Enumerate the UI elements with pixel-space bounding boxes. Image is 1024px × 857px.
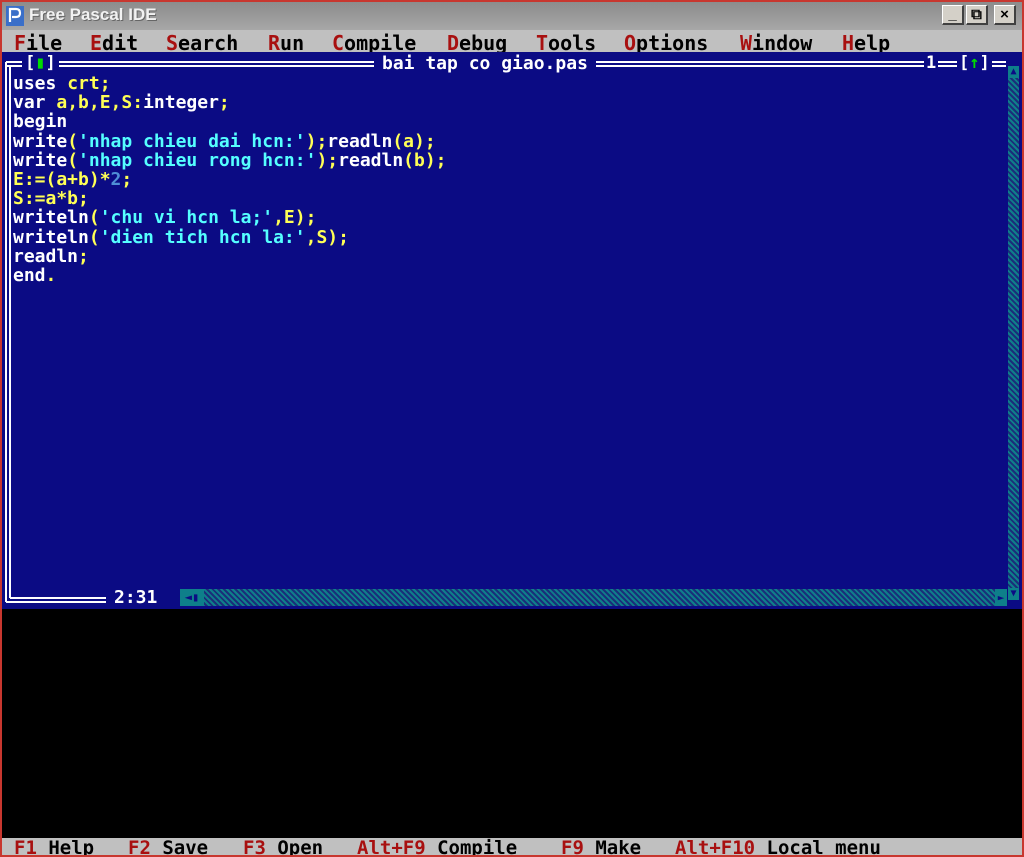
editor-file-title: bai tap co giao.pas: [374, 55, 596, 73]
code-token: 'nhap chieu rong hcn:': [78, 149, 317, 171]
status-bar: F1 Help F2 Save F3 Open Alt+F9 Compile F…: [2, 838, 1022, 855]
code-token: 2: [110, 168, 122, 190]
code-token: 'nhap chieu dai hcn:': [78, 130, 306, 152]
status-compile[interactable]: Alt+F9 Compile: [357, 838, 517, 855]
scroll-right-icon[interactable]: ►: [995, 589, 1007, 606]
code-token: ,S);: [305, 226, 349, 248]
code-line[interactable]: writeln('chu vi hcn la;',E);: [13, 208, 1003, 227]
code-token: integer: [143, 92, 219, 114]
title-bar[interactable]: Free Pascal IDE _ ⧉ ×: [2, 2, 1022, 30]
close-window-button[interactable]: ×: [994, 5, 1016, 25]
code-token: ;: [218, 92, 230, 114]
code-token: E:=(a+b)*: [13, 168, 111, 190]
code-line[interactable]: readln;: [13, 247, 1003, 266]
code-token: ,E);: [273, 207, 317, 229]
scroll-left-icon[interactable]: ◄▮: [180, 589, 204, 606]
app-title: Free Pascal IDE: [29, 5, 157, 24]
status-help[interactable]: F1 Help: [14, 838, 94, 855]
status-make[interactable]: F9 Make: [561, 838, 641, 855]
code-token: S:=a*b;: [13, 188, 89, 210]
scroll-up-icon[interactable]: ▲: [1008, 66, 1019, 78]
code-line[interactable]: S:=a*b;: [13, 189, 1003, 208]
code-token: );: [305, 130, 328, 152]
code-token: 'dien tich hcn la:': [99, 226, 306, 248]
code-line[interactable]: E:=(a+b)*2;: [13, 170, 1003, 189]
output-area: [2, 609, 1022, 838]
code-token: begin: [13, 111, 68, 133]
scroll-down-icon[interactable]: ▼: [1008, 588, 1019, 600]
status-save[interactable]: F2 Save: [128, 838, 208, 855]
status-open[interactable]: F3 Open: [243, 838, 323, 855]
code-line[interactable]: begin: [13, 112, 1003, 131]
code-line[interactable]: end.: [13, 266, 1003, 285]
minimize-button[interactable]: _: [942, 5, 964, 25]
code-token: readln: [13, 245, 79, 267]
code-token: writeln: [13, 207, 89, 229]
editor-window[interactable]: [▮] bai tap co giao.pas 1 [↑] uses crt; v…: [2, 52, 1022, 609]
window-number: 1: [924, 53, 939, 73]
code-token: (: [88, 226, 100, 248]
menu-bar: File Edit Search Run Compile Debug Tools…: [2, 30, 1022, 55]
code-token: .: [45, 264, 57, 286]
code-token: crt;: [67, 73, 111, 94]
code-area[interactable]: uses crt; var a,b,E,S:integer; begin write(…: [13, 74, 1003, 285]
code-token: ;: [121, 168, 133, 190]
status-local-menu[interactable]: Alt+F10 Local menu: [675, 838, 881, 855]
code-line[interactable]: var a,b,E,S:integer;: [13, 93, 1003, 112]
code-token: write: [13, 130, 68, 152]
ide-window: Free Pascal IDE _ ⧉ × File Edit Search R…: [0, 0, 1024, 857]
code-line[interactable]: write('nhap chieu rong hcn:');readln(b);: [13, 151, 1003, 170]
code-line[interactable]: uses crt;: [13, 74, 1003, 93]
code-token: a,b,E,S:: [56, 92, 144, 114]
code-token: (: [67, 130, 79, 152]
horizontal-scrollbar[interactable]: ◄▮ ►: [180, 589, 1007, 606]
code-token: uses: [13, 73, 68, 94]
vertical-scrollbar[interactable]: ▲ ▼: [1008, 66, 1019, 600]
editor-zoom-box[interactable]: [↑]: [957, 54, 992, 72]
code-token: ;: [78, 245, 89, 267]
code-token: write: [13, 149, 68, 171]
code-line[interactable]: writeln('dien tich hcn la:',S);: [13, 226, 1003, 248]
code-token: (: [67, 149, 79, 171]
restore-button[interactable]: ⧉: [966, 5, 988, 25]
code-token: writeln: [13, 226, 89, 248]
code-token: );: [316, 149, 339, 171]
code-token: readln: [327, 130, 393, 152]
editor-close-box[interactable]: [▮]: [22, 54, 59, 72]
code-token: end: [13, 264, 46, 286]
code-token: (b);: [403, 149, 447, 171]
code-token: readln: [338, 149, 404, 171]
code-token: 'chu vi hcn la;': [99, 207, 274, 229]
code-token: (a);: [392, 130, 436, 152]
code-token: var: [13, 92, 57, 114]
code-line[interactable]: write('nhap chieu dai hcn:');readln(a);: [13, 130, 1003, 152]
code-token: (: [88, 207, 100, 229]
cursor-position: 2:31: [108, 589, 164, 607]
free-pascal-icon: [6, 6, 24, 26]
